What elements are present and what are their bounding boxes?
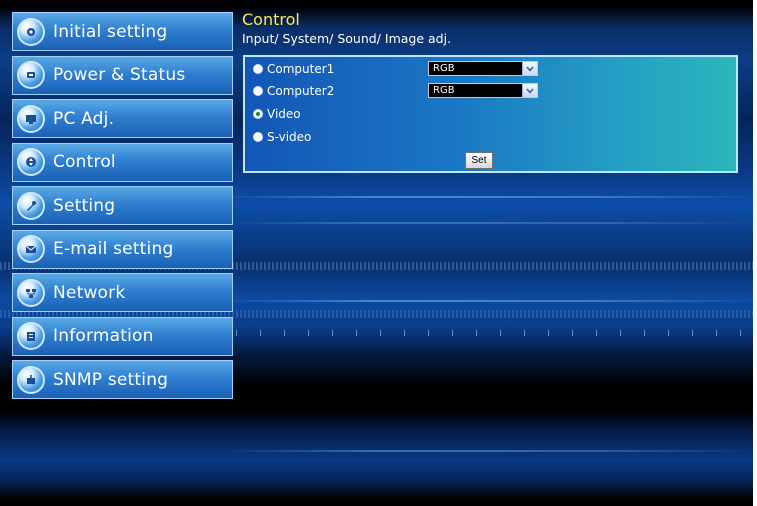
option-video[interactable]: Video: [253, 106, 301, 122]
sidebar-item-snmp-setting[interactable]: SNMP setting: [12, 360, 233, 399]
sidebar-item-pc-adj[interactable]: PC Adj.: [12, 99, 233, 138]
sidebar-item-label: Initial setting: [53, 21, 168, 42]
background-streak: [220, 196, 757, 198]
set-button[interactable]: Set: [465, 152, 493, 169]
option-label: S-video: [267, 130, 312, 144]
background-streak: [220, 222, 757, 224]
page-background: Initial setting Power & Status PC Adj. C…: [0, 0, 757, 506]
page-subtitle: Input/ System/ Sound/ Image adj.: [242, 31, 452, 46]
sidebar-nav: Initial setting Power & Status PC Adj. C…: [12, 12, 233, 407]
chevron-down-icon[interactable]: [522, 62, 537, 75]
sidebar-item-label: E-mail setting: [53, 239, 174, 259]
option-s-video[interactable]: S-video: [253, 129, 311, 145]
sidebar-item-label: Setting: [53, 195, 116, 216]
sidebar-item-label: Network: [53, 282, 126, 303]
right-border: [753, 0, 757, 506]
radio-computer2[interactable]: [253, 86, 263, 96]
sidebar-item-initial-setting[interactable]: Initial setting: [12, 12, 233, 51]
option-label: Video: [267, 107, 301, 121]
control-icon: [17, 148, 45, 176]
background-streak: [220, 450, 757, 452]
option-label: Computer2: [267, 84, 335, 98]
select-value: RGB: [433, 63, 455, 74]
sidebar-item-label: Information: [53, 326, 154, 346]
computer2-signal-select[interactable]: RGB: [428, 83, 538, 98]
page-title: Control: [242, 10, 300, 29]
initial-setting-icon: [17, 17, 45, 46]
sidebar-item-label: Control: [53, 152, 116, 172]
radio-s-video[interactable]: [253, 132, 263, 142]
select-value: RGB: [433, 85, 455, 96]
setting-icon: [17, 191, 45, 220]
sidebar-item-information[interactable]: Information: [12, 316, 233, 356]
background-ticks: [236, 330, 757, 336]
sidebar-item-label: PC Adj.: [53, 108, 115, 129]
sidebar-item-network[interactable]: Network: [12, 273, 233, 312]
chevron-down-icon[interactable]: [522, 84, 537, 97]
snmp-icon: [17, 365, 45, 394]
radio-video[interactable]: [253, 109, 263, 119]
sidebar-item-email-setting[interactable]: E-mail setting: [12, 229, 233, 269]
sidebar-item-label: Power & Status: [53, 65, 186, 85]
sidebar-item-control[interactable]: Control: [12, 142, 233, 182]
computer1-signal-select[interactable]: RGB: [428, 61, 538, 76]
email-icon: [17, 235, 45, 263]
sidebar-item-power-status[interactable]: Power & Status: [12, 55, 233, 95]
information-icon: [17, 322, 45, 350]
sidebar-item-label: SNMP setting: [53, 369, 169, 390]
pc-adj-icon: [17, 104, 45, 133]
option-computer2[interactable]: Computer2: [253, 83, 334, 99]
option-label: Computer1: [267, 62, 335, 76]
network-icon: [17, 278, 45, 307]
sidebar-item-setting[interactable]: Setting: [12, 186, 233, 225]
input-select-panel: Computer1 RGB Computer2 RGB Video S-vide…: [243, 55, 738, 173]
background-streak: [220, 300, 757, 302]
power-status-icon: [17, 61, 45, 89]
option-computer1[interactable]: Computer1: [253, 61, 334, 77]
radio-computer1[interactable]: [253, 64, 263, 74]
